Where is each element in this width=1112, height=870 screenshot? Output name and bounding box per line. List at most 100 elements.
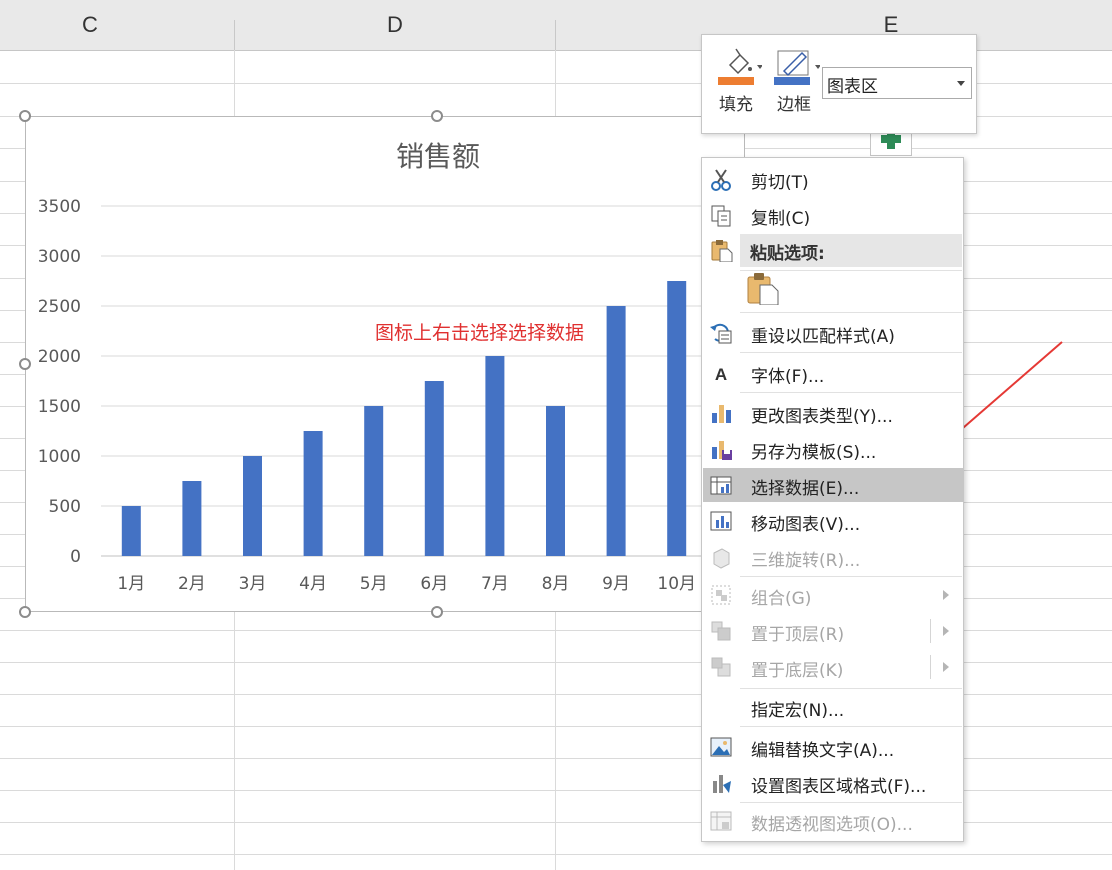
- menu-item-save-template[interactable]: 另存为模板(S)...: [703, 432, 963, 466]
- alt-text-icon: [709, 735, 733, 759]
- paste-keep-formatting-button[interactable]: [746, 271, 780, 306]
- menu-item-reset-style[interactable]: 重设以匹配样式(A): [703, 316, 963, 350]
- bar: [243, 456, 262, 556]
- menu-item-format-area[interactable]: 设置图表区域格式(F)...: [703, 766, 963, 800]
- column-header-c[interactable]: C: [0, 0, 180, 50]
- resize-handle[interactable]: [19, 110, 31, 122]
- row-gridline: [0, 854, 1112, 855]
- chart-title: 销售额: [396, 140, 480, 173]
- menu-item-scissors[interactable]: 剪切(T): [703, 162, 963, 196]
- resize-handle[interactable]: [431, 606, 443, 618]
- menu-item-font[interactable]: A 字体(F)...: [703, 356, 963, 390]
- bar: [606, 306, 626, 556]
- y-tick-label: 1500: [38, 397, 81, 417]
- y-tick-label: 3500: [38, 197, 81, 217]
- menu-item-label: 复制(C): [751, 209, 811, 229]
- menu-separator: [740, 802, 962, 803]
- mini-toolbar: 填充 边框 图表区: [701, 34, 977, 134]
- y-tick-label: 2500: [38, 297, 81, 317]
- bar: [303, 431, 323, 556]
- menu-item-label: 组合(G): [751, 589, 812, 609]
- fill-button[interactable]: 填充: [710, 41, 763, 129]
- menu-separator: [740, 688, 962, 689]
- border-button[interactable]: 边框: [768, 41, 821, 129]
- move-chart-icon: [709, 509, 733, 533]
- bar: [485, 356, 505, 556]
- column-header-d[interactable]: D: [235, 0, 555, 50]
- menu-item-label: 更改图表类型(Y)...: [751, 407, 893, 427]
- font-icon: A: [709, 361, 733, 385]
- reset-style-icon: [709, 321, 733, 345]
- bar: [121, 506, 141, 556]
- chart-area[interactable]: 销售额 0 500 1000 1500 2000 2500 3000 3500 1月 2月 3月 4月 5…: [25, 116, 745, 612]
- menu-separator: [740, 576, 962, 577]
- menu-separator: [740, 726, 962, 727]
- y-tick-label: 500: [49, 497, 81, 517]
- menu-item-label: 指定宏(N)...: [751, 701, 845, 721]
- menu-item-label: 设置图表区域格式(F)...: [751, 777, 927, 797]
- submenu-divider: [930, 655, 931, 679]
- x-tick-label: 2月: [178, 574, 206, 594]
- bar: [546, 406, 565, 556]
- menu-item-label: 数据透视图选项(O)...: [751, 815, 913, 835]
- column-chart[interactable]: 销售额 0 500 1000 1500 2000 2500 3000 3500 1月 2月 3月 4月 5…: [26, 117, 746, 613]
- menu-item-rotate-3d: 三维旋转(R)...: [703, 540, 963, 574]
- menu-item-assign-macro[interactable]: 指定宏(N)...: [703, 690, 963, 724]
- menu-item-label: 剪切(T): [751, 173, 809, 193]
- menu-separator: [740, 352, 962, 353]
- chart-type-icon: [709, 401, 733, 425]
- menu-item-label: 三维旋转(R)...: [751, 551, 861, 571]
- menu-item-label: 字体(F)...: [751, 367, 825, 387]
- y-tick-label: 0: [70, 547, 81, 567]
- rotate-3d-icon: [709, 545, 733, 569]
- y-tick-label: 3000: [38, 247, 81, 267]
- x-tick-label: 8月: [542, 574, 570, 594]
- paint-bucket-icon: [718, 48, 763, 85]
- submenu-divider: [930, 619, 931, 643]
- menu-item-bring-front: 置于顶层(R): [703, 614, 963, 648]
- menu-item-alt-text[interactable]: 编辑替换文字(A)...: [703, 730, 963, 764]
- menu-separator: [740, 270, 962, 271]
- menu-item-label: 另存为模板(S)...: [751, 443, 877, 463]
- menu-item-chart-type[interactable]: 更改图表类型(Y)...: [703, 396, 963, 430]
- send-back-icon: [709, 655, 733, 679]
- bar: [182, 481, 202, 556]
- submenu-arrow-icon: [943, 626, 949, 636]
- x-tick-label: 4月: [299, 574, 327, 594]
- paste-icon: [709, 238, 733, 263]
- x-tick-label: 3月: [239, 574, 267, 594]
- x-tick-label: 10月: [657, 574, 696, 594]
- menu-item-send-back: 置于底层(K): [703, 650, 963, 684]
- fill-label: 填充: [719, 95, 753, 115]
- paste-icon: [747, 273, 779, 306]
- x-tick-label: 1月: [117, 574, 145, 594]
- menu-item-label: 置于顶层(R): [751, 625, 845, 645]
- context-menu: 粘贴选项: 剪切(T) 复制(C) 重设以匹配样式(A) A 字体(F)... 更改图表类…: [701, 157, 964, 842]
- x-tick-label: 6月: [420, 574, 448, 594]
- menu-item-move-chart[interactable]: 移动图表(V)...: [703, 504, 963, 538]
- group-icon: [709, 583, 733, 607]
- menu-separator: [740, 312, 962, 313]
- menu-item-label: 编辑替换文字(A)...: [751, 741, 895, 761]
- scissors-icon: [709, 167, 733, 191]
- bar: [667, 281, 687, 556]
- x-tick-label: 7月: [481, 574, 509, 594]
- bar: [424, 381, 444, 556]
- resize-handle[interactable]: [19, 358, 31, 370]
- menu-item-select-data[interactable]: 选择数据(E)...: [703, 468, 963, 502]
- resize-handle[interactable]: [431, 110, 443, 122]
- dropdown-arrow-icon[interactable]: [957, 81, 965, 86]
- resize-handle[interactable]: [19, 606, 31, 618]
- select-data-icon: [709, 473, 733, 497]
- paste-options-header: 粘贴选项:: [740, 234, 962, 267]
- save-template-icon: [709, 437, 733, 461]
- annotation-text: 图标上右击选择选择数据: [375, 322, 585, 344]
- chart-element-select[interactable]: 图表区: [822, 67, 972, 99]
- pivot-options-icon: [709, 809, 733, 833]
- bar: [364, 406, 384, 556]
- format-area-icon: [709, 771, 733, 795]
- menu-item-copy[interactable]: 复制(C): [703, 198, 963, 232]
- menu-item-label: 选择数据(E)...: [751, 479, 860, 499]
- x-tick-label: 9月: [602, 574, 630, 594]
- y-tick-label: 2000: [38, 347, 81, 367]
